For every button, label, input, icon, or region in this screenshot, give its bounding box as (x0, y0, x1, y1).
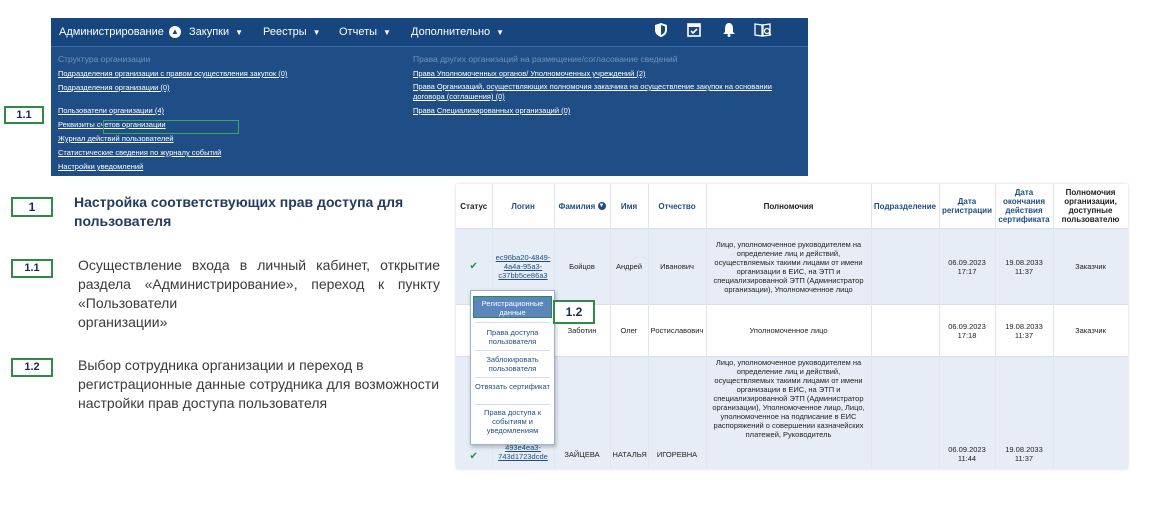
login-link[interactable]: ec96ba20-4849-4a4a-95a3-c37bb5ce86a3 (496, 253, 551, 280)
surname-cell: ЗАЙЦЕВА (554, 356, 611, 469)
name-cell: Андрей (610, 228, 649, 305)
callout-ctx-tag: 1.2 (553, 300, 595, 324)
link-contract-org-rights[interactable]: Права Организаций, осуществляющих полном… (413, 82, 803, 102)
menu-purchases-label: Закупки (189, 26, 230, 38)
rights-cell: Лицо, уполномоченное руководителем на оп… (706, 228, 872, 305)
users-table: Статус Логин Фамилия ▼ Имя Отчество Полн… (456, 184, 1128, 469)
link-notification-settings[interactable]: Настройки уведомлений (58, 162, 143, 171)
reg-date-cell: 06.09.2023 17:18 (939, 304, 996, 357)
main-menu-bar: Администрирование ▲ Закупки ▼ Реестры ▼ Отч… (51, 18, 808, 47)
check-icon: ✔ (469, 450, 478, 462)
menu-reports[interactable]: Отчеты ▼ (339, 18, 391, 46)
chevron-down-icon: ▼ (383, 28, 391, 37)
link-user-action-log[interactable]: Журнал действий пользователей (58, 134, 174, 143)
book-search-icon[interactable] (753, 22, 773, 42)
menu-registries-label: Реестры (263, 26, 307, 38)
menu-reports-label: Отчеты (339, 26, 378, 38)
org-rights-cell (1053, 356, 1128, 469)
patronymic-cell: Иванович (648, 228, 707, 305)
link-authorized-bodies-rights[interactable]: Права Уполномоченных органов/ Уполномоче… (413, 69, 646, 78)
cert-date-cell: 19.08.2033 11:37 (995, 304, 1054, 357)
chevron-up-icon: ▲ (168, 26, 181, 39)
department-cell (871, 356, 940, 469)
col-surname[interactable]: Фамилия ▼ (554, 184, 611, 229)
table-row[interactable]: ✔ 493e4ea3-743d1723dcde ЗАЙЦЕВА НАТАЛЬЯ … (456, 356, 1128, 469)
col-surname-label: Фамилия (558, 201, 596, 211)
col-department[interactable]: Подразделение (871, 184, 940, 229)
ctx-unlink-certificate[interactable]: Отвязать сертификат (473, 382, 552, 391)
calendar-check-icon[interactable] (684, 22, 704, 42)
link-purchase-departments[interactable]: Подразделения организации с правом осуще… (58, 69, 287, 78)
ctx-registration-data[interactable]: Регистрационные данные (473, 296, 552, 318)
reg-date-cell: 06.09.2023 17:17 (939, 228, 996, 305)
col-login[interactable]: Логин (492, 184, 555, 229)
patronymic-cell: Ростиславович (648, 304, 707, 357)
callout-nav-tag: 1.1 (4, 106, 44, 124)
link-event-statistics[interactable]: Статистические сведения по журналу событ… (58, 148, 221, 157)
ctx-events-access-rights[interactable]: Права доступа к событиям и уведомлениям (473, 408, 552, 435)
menu-additional[interactable]: Дополнительно ▼ (411, 18, 504, 46)
step-12-text: Выбор сотрудника организации и переход в… (78, 357, 440, 411)
step-1-heading: Настройка соответствующих прав доступа д… (74, 194, 404, 229)
menu-divider (475, 322, 550, 323)
user-context-menu: Регистрационные данные Права доступа пол… (470, 290, 555, 445)
patronymic-cell: ИГОРЕВНА (648, 356, 707, 469)
link-departments[interactable]: Подразделения организации (0) (58, 83, 170, 92)
sort-icon[interactable]: ▼ (597, 202, 606, 211)
org-rights-cell: Заказчик (1053, 228, 1128, 305)
highlight-org-users (103, 120, 239, 134)
ctx-block-user[interactable]: Заблокировать пользователя (473, 355, 552, 373)
admin-nav-panel: Администрирование ▲ Закупки ▼ Реестры ▼ Отч… (51, 18, 808, 176)
ctx-user-access-rights[interactable]: Права доступа пользователя (473, 328, 552, 346)
step-11-tag: 1.1 (11, 259, 53, 278)
step-11-text: Осуществление входа в личный кабинет, от… (78, 256, 440, 332)
surname-cell: Бойцов (554, 228, 611, 305)
chevron-down-icon: ▼ (312, 28, 321, 37)
col-status: Статус (456, 184, 493, 229)
menu-divider (475, 404, 550, 405)
rights-cell: Лицо, уполномоченное руководителем на оп… (706, 356, 872, 469)
col-reg-date[interactable]: Дата регистрации (939, 184, 996, 229)
check-icon: ✔ (469, 261, 478, 272)
col-patronymic[interactable]: Отчество (648, 184, 707, 229)
col-cert-date[interactable]: Дата окончания действия сертификата (995, 184, 1054, 229)
name-cell: Олег (610, 304, 649, 357)
step-11-text-end: организации» (78, 314, 168, 330)
rights-cell: Уполномоченное лицо (706, 304, 872, 357)
org-rights-cell: Заказчик (1053, 304, 1128, 357)
menu-divider (475, 350, 550, 351)
menu-administration[interactable]: Администрирование ▲ (59, 18, 181, 46)
chevron-down-icon: ▼ (496, 28, 505, 37)
shield-icon[interactable] (651, 22, 671, 42)
org-structure-heading: Структура организации (58, 54, 151, 64)
link-specialized-org-rights[interactable]: Права Специализированных организаций (0) (413, 106, 570, 115)
department-cell (871, 304, 940, 357)
menu-purchases[interactable]: Закупки ▼ (189, 18, 243, 46)
cert-date-cell: 19.08.2033 11:37 (995, 356, 1054, 469)
users-table-panel: Статус Логин Фамилия ▼ Имя Отчество Полн… (456, 184, 1128, 469)
name-cell: НАТАЛЬЯ (610, 356, 649, 469)
login-link[interactable]: 493e4ea3-743d1723dcde (498, 443, 548, 461)
table-row[interactable]: ✔ ec96ba20-4849-4a4a-95a3-c37bb5ce86a3 Б… (456, 228, 1128, 305)
step-11-text-main: Осуществление входа в личный кабинет, от… (78, 257, 440, 311)
bell-icon[interactable] (719, 22, 739, 42)
menu-administration-label: Администрирование (59, 26, 164, 38)
col-org-rights: Полномочия организации, доступные пользо… (1053, 184, 1128, 229)
col-rights: Полномочия (706, 184, 872, 229)
menu-registries[interactable]: Реестры ▼ (263, 18, 321, 46)
menu-additional-label: Дополнительно (411, 26, 491, 38)
step-12-tag: 1.2 (11, 358, 53, 377)
link-org-users[interactable]: Пользователи организации (4) (58, 106, 164, 115)
chevron-down-icon: ▼ (235, 28, 244, 37)
step-1-tag: 1 (11, 197, 53, 217)
col-name[interactable]: Имя (610, 184, 649, 229)
reg-date-cell: 06.09.2023 11:44 (939, 356, 996, 469)
menu-divider (475, 377, 550, 378)
other-org-rights-heading: Права других организаций на размещение/с… (413, 54, 678, 64)
cert-date-cell: 19.08.2033 11:37 (995, 228, 1054, 305)
department-cell (871, 228, 940, 305)
